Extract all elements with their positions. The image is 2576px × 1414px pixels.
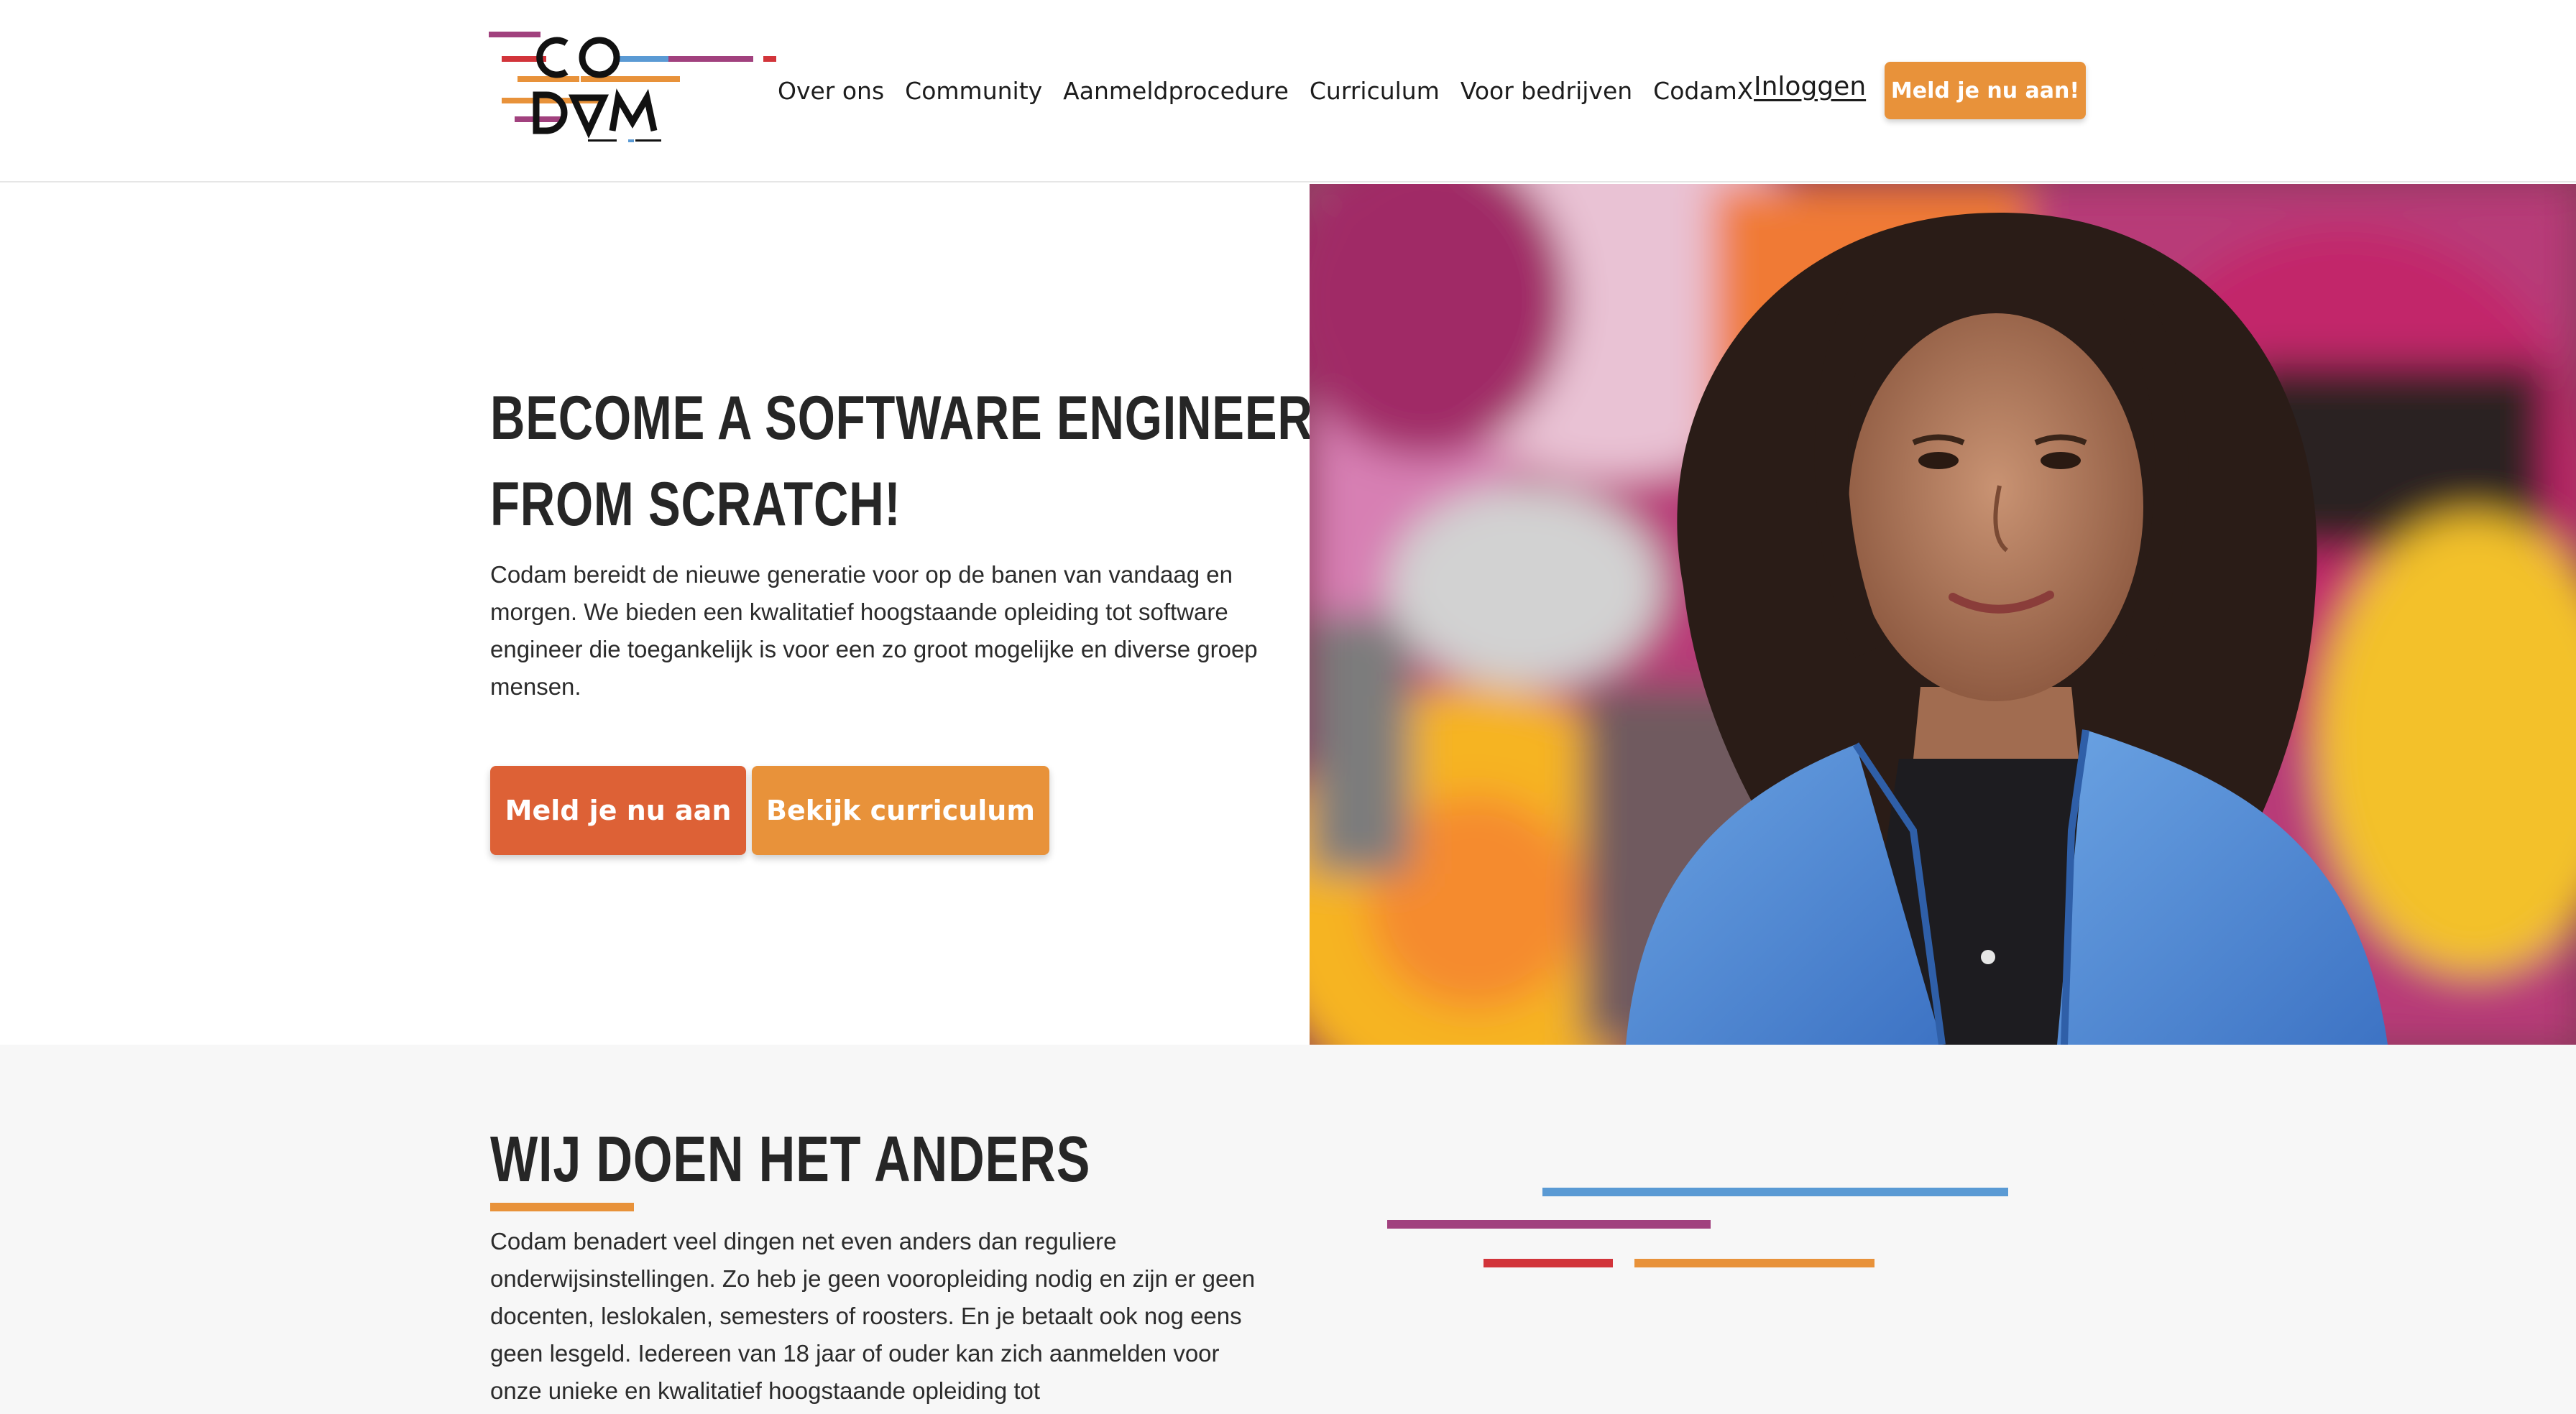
nav-voor-bedrijven[interactable]: Voor bedrijven xyxy=(1460,77,1632,105)
login-link[interactable]: Inloggen xyxy=(1754,72,1866,101)
main-nav: Over ons Community Aanmeldprocedure Curr… xyxy=(778,72,1774,109)
site-header: Over ons Community Aanmeldprocedure Curr… xyxy=(0,0,2576,182)
about-section xyxy=(0,1045,2576,1414)
header-signup-button[interactable]: Meld je nu aan! xyxy=(1885,62,2086,119)
nav-curriculum[interactable]: Curriculum xyxy=(1310,77,1440,105)
view-curriculum-button[interactable]: Bekijk curriculum xyxy=(752,766,1049,855)
hero-title-line-1: BECOME A SOFTWARE ENGINEER xyxy=(490,384,1313,453)
hero-title-line-2: FROM SCRATCH! xyxy=(490,470,901,539)
title-underline xyxy=(490,1203,634,1211)
decorative-line-blue xyxy=(1542,1188,2008,1196)
signup-button[interactable]: Meld je nu aan xyxy=(490,766,746,855)
decorative-line-orange xyxy=(1634,1259,1874,1267)
about-description: Codam benadert veel dingen net even ande… xyxy=(490,1228,1256,1404)
hero-photo xyxy=(1310,184,2576,1045)
codam-logo[interactable] xyxy=(489,29,781,151)
decorative-line-red xyxy=(1484,1259,1613,1267)
nav-aanmeldprocedure[interactable]: Aanmeldprocedure xyxy=(1063,77,1289,105)
about-title: WIJ DOEN HET ANDERS xyxy=(490,1124,1091,1196)
decorative-line-magenta xyxy=(1387,1220,1711,1229)
nav-over-ons[interactable]: Over ons xyxy=(778,77,884,105)
nav-codamx[interactable]: CodamX xyxy=(1653,77,1753,105)
hero-title: BECOME A SOFTWARE ENGINEER FROM SCRATCH! xyxy=(490,375,1313,547)
nav-community[interactable]: Community xyxy=(905,77,1042,105)
hero-description: Codam bereidt de nieuwe generatie voor o… xyxy=(490,561,1258,700)
